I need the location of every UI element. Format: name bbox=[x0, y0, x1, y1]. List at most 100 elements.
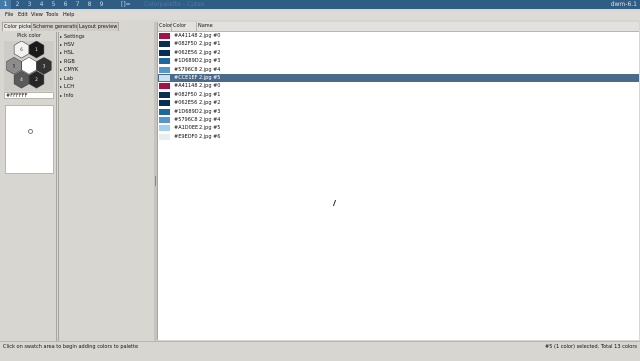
tree-item-hsv[interactable]: ▸ HSV bbox=[60, 41, 74, 49]
tab-scheme-generation[interactable]: Scheme generation bbox=[31, 22, 84, 31]
tree-item-label: LCH bbox=[64, 84, 75, 90]
table-row[interactable]: #5796C8 2.jpg #4 bbox=[158, 116, 639, 124]
color-swatch[interactable] bbox=[159, 83, 170, 90]
hex-cell-number: 1 bbox=[35, 47, 38, 52]
tab-bar: Color picker Scheme generation Layout pr… bbox=[2, 22, 154, 31]
table-row[interactable]: #CCE1EF 2.jpg #5 bbox=[158, 74, 639, 82]
tree-item-hsl[interactable]: ▸ HSL bbox=[60, 49, 74, 57]
color-name-cell: 2.jpg #0 bbox=[199, 33, 221, 39]
tree-item-rgb[interactable]: ▸ RGB bbox=[60, 58, 75, 66]
window-manager-bar: 123456789 []= Colorpalette - Cptex dwm-6… bbox=[0, 0, 640, 9]
tree-item-lch[interactable]: ▸ LCH bbox=[60, 83, 74, 91]
workspace-tag[interactable]: 4 bbox=[36, 0, 47, 9]
tree-item-info[interactable]: ▸ Info bbox=[60, 92, 73, 100]
menu-view[interactable]: View bbox=[30, 11, 44, 20]
color-swatch[interactable] bbox=[159, 75, 170, 81]
tree-item-label: HSL bbox=[64, 50, 74, 56]
color-model-tree: ▸ Settings ▸ HSV ▸ HSL ▸ RGB ▸ CMYK ▸ Lab ▸ LCH… bbox=[58, 32, 156, 352]
left-panel: Color picker Scheme generation Layout pr… bbox=[2, 22, 156, 352]
pick-color-label: Pick color bbox=[17, 33, 41, 39]
hex-cell-number: 6 bbox=[20, 47, 23, 52]
color-swatch[interactable] bbox=[159, 49, 170, 56]
hex-cell-number: 2 bbox=[35, 77, 38, 82]
hex-color-cell[interactable] bbox=[21, 56, 37, 75]
column-header-swatch[interactable]: Color bbox=[158, 22, 172, 31]
color-hex-cell: #A41148 bbox=[174, 33, 198, 39]
color-swatch[interactable] bbox=[159, 58, 170, 65]
workspace-tag[interactable]: 1 bbox=[0, 0, 11, 9]
color-hex-cell: #062E56 bbox=[174, 49, 198, 56]
workspace-tag[interactable]: 2 bbox=[12, 0, 23, 9]
current-color-value: #FFFFFF bbox=[4, 92, 54, 99]
hexagon-picker-graphic[interactable]: 6 1 5 3 4 2 bbox=[4, 40, 54, 91]
menu-help[interactable]: Help bbox=[62, 11, 75, 20]
menu-tools[interactable]: Tools bbox=[45, 11, 59, 20]
color-swatch[interactable] bbox=[159, 100, 170, 107]
status-hint: Click on swatch area to begin adding col… bbox=[3, 344, 139, 350]
workspace-tag[interactable]: 5 bbox=[48, 0, 59, 9]
color-hex-cell: #A41148 bbox=[174, 83, 198, 90]
color-hex-cell: #082F50 bbox=[174, 91, 197, 98]
workspace-tag[interactable]: 6 bbox=[60, 0, 71, 9]
tree-item-label: HSV bbox=[64, 42, 75, 48]
color-hex-cell: #1D689D bbox=[174, 108, 199, 115]
tree-item-cmyk[interactable]: ▸ CMYK bbox=[60, 66, 78, 74]
workspace-tag[interactable]: 7 bbox=[72, 0, 83, 9]
status-bar: Click on swatch area to begin adding col… bbox=[0, 341, 640, 361]
column-header-color[interactable]: Color bbox=[172, 22, 197, 31]
table-row[interactable]: #082F50 2.jpg #1 bbox=[158, 91, 639, 99]
splitter-grip[interactable] bbox=[155, 176, 156, 186]
workspace-tag[interactable]: 9 bbox=[96, 0, 107, 9]
color-name-cell: 2.jpg #3 bbox=[199, 58, 221, 65]
color-name-cell: 2.jpg #4 bbox=[199, 66, 221, 73]
table-row[interactable]: #1D689D 2.jpg #3 bbox=[158, 57, 639, 65]
table-row[interactable]: #5796C8 2.jpg #4 bbox=[158, 66, 639, 74]
color-name-cell: 2.jpg #0 bbox=[199, 83, 221, 90]
color-swatch[interactable] bbox=[159, 108, 170, 115]
color-swatch[interactable] bbox=[159, 133, 170, 140]
workspace-tag[interactable]: 8 bbox=[84, 0, 95, 9]
color-hex-cell: #A1D0EE bbox=[174, 125, 199, 132]
menu-edit[interactable]: Edit bbox=[17, 11, 29, 20]
table-row[interactable]: #A41148 2.jpg #0 bbox=[158, 32, 639, 40]
color-swatch[interactable] bbox=[159, 125, 170, 132]
color-name-cell: 2.jpg #4 bbox=[199, 117, 221, 123]
color-name-cell: 2.jpg #1 bbox=[199, 91, 221, 98]
table-row[interactable]: #E9EDF0 2.jpg #6 bbox=[158, 133, 639, 141]
tab-layout-preview[interactable]: Layout preview bbox=[77, 22, 120, 31]
color-name-cell: 2.jpg #5 bbox=[199, 125, 221, 132]
color-swatch[interactable] bbox=[159, 33, 170, 39]
menubar: File Edit View Tools Help bbox=[0, 11, 640, 20]
workspace-tag[interactable]: 3 bbox=[24, 0, 35, 9]
wm-status-text: dwm-6.1 bbox=[610, 1, 637, 8]
hex-cell-number: 5 bbox=[13, 63, 16, 68]
palette-table[interactable]: Color Color Name #A41148 2.jpg #0 #082F50 2… bbox=[157, 22, 639, 340]
color-swatch[interactable] bbox=[159, 66, 170, 73]
color-swatch[interactable] bbox=[159, 117, 170, 123]
color-swatch[interactable] bbox=[159, 91, 170, 98]
table-header: Color Color Name bbox=[158, 22, 639, 32]
table-row[interactable]: #A1D0EE 2.jpg #5 bbox=[158, 124, 639, 132]
swatch-area[interactable] bbox=[5, 105, 54, 174]
color-picker-pane: Pick color 6 1 5 3 4 2 #FFFFFF bbox=[2, 32, 57, 352]
color-hex-cell: #082F50 bbox=[174, 41, 197, 48]
menu-file[interactable]: File bbox=[4, 11, 14, 20]
layout-indicator[interactable]: []= bbox=[121, 0, 131, 9]
color-hex-cell: #E9EDF0 bbox=[174, 133, 198, 140]
column-header-name[interactable]: Name bbox=[197, 22, 639, 31]
table-row[interactable]: #A41148 2.jpg #0 bbox=[158, 82, 639, 90]
color-swatch[interactable] bbox=[159, 41, 170, 48]
table-row[interactable]: #1D689D 2.jpg #3 bbox=[158, 108, 639, 116]
color-hex-cell: #5796C8 bbox=[174, 117, 198, 123]
tree-item-lab[interactable]: ▸ Lab bbox=[60, 75, 73, 83]
table-row[interactable]: #062E56 2.jpg #2 bbox=[158, 99, 639, 107]
color-name-cell: 2.jpg #3 bbox=[199, 108, 221, 115]
hex-cell-number: 3 bbox=[43, 63, 46, 68]
tree-item-label: Lab bbox=[64, 76, 74, 82]
table-row[interactable]: #082F50 2.jpg #1 bbox=[158, 40, 639, 48]
tree-item-label: Settings bbox=[64, 34, 85, 40]
tree-item-settings[interactable]: ▸ Settings bbox=[60, 33, 85, 41]
color-hex-cell: #CCE1EF bbox=[174, 75, 198, 81]
hexagon-color-picker[interactable]: 6 1 5 3 4 2 bbox=[4, 40, 54, 91]
table-row[interactable]: #062E56 2.jpg #2 bbox=[158, 49, 639, 57]
